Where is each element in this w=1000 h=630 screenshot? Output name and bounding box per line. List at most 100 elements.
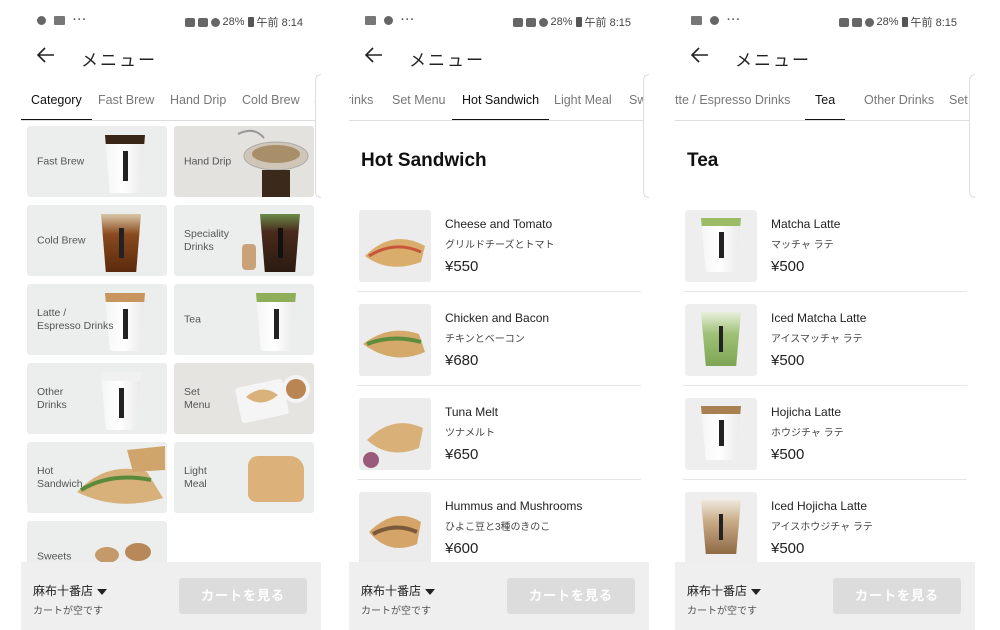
product-item[interactable]: Cheese and Tomato グリルドチーズとトマト ¥550 [357,198,641,292]
category-tabs: Category Fast Brew Hand Drip Cold Brew S [21,78,321,121]
category-label: Hand Drip [184,155,232,167]
dropdown-caret-icon [751,588,762,595]
battery-icon [575,17,582,27]
tab-cold-brew[interactable]: Cold Brew [242,78,300,120]
tab-tea[interactable]: Tea [804,78,846,120]
tab-drinks-partial[interactable]: rinks [349,78,373,120]
product-name: Cheese and Tomato [445,217,553,231]
category-card-cold-brew[interactable]: Cold Brew [27,205,167,276]
product-name-jp: ひよこ豆と3種のきのこ [445,522,551,533]
product-name-jp: ホウジチャ ラテ [771,428,844,439]
category-label: Hot Sandwich [37,464,83,490]
clock: 午前 8:15 [910,17,957,29]
tab-light-meal[interactable]: Light Meal [554,78,612,120]
tab-hand-drip[interactable]: Hand Drip [170,78,226,120]
scone-image [234,442,314,513]
category-card-hot-sandwich[interactable]: Hot Sandwich [27,442,167,513]
more-notifications-icon: ··· [727,14,741,26]
screen-category: ··· 28% 午前 8:14 メニュー Category Fast Brew … [21,0,321,630]
app-header: メニュー [21,42,321,72]
view-cart-button[interactable]: カートを見る [179,578,307,614]
mute-icon [197,17,208,27]
tab-fast-brew[interactable]: Fast Brew [98,78,154,120]
product-name-jp: チキンとベーコン [445,334,525,345]
category-card-fast-brew[interactable]: Fast Brew [27,126,167,197]
tab-latte-espresso-partial[interactable]: tte / Espresso Drinks [675,78,790,120]
chicken-bacon-sandwich-image [359,304,431,376]
clock: 午前 8:14 [256,17,303,29]
back-arrow-icon[interactable] [363,44,385,66]
battery-percent: 28% [550,16,573,28]
product-item[interactable]: Tuna Melt ツナメルト ¥650 [357,386,641,480]
product-item[interactable]: Hummus and Mushrooms ひよこ豆と3種のきのこ ¥600 [357,480,641,574]
hummus-mushroom-sandwich-image [359,492,431,564]
more-notifications-icon: ··· [73,14,87,26]
cart-status: カートが空です [361,606,431,617]
back-arrow-icon[interactable] [689,44,711,66]
product-name: Tuna Melt [445,405,498,419]
set-menu-image [234,363,314,434]
product-name: Iced Matcha Latte [771,311,867,325]
store-selector[interactable]: 麻布十番店 [33,582,108,599]
store-selector[interactable]: 麻布十番店 [687,582,762,599]
tab-set-menu[interactable]: Set Menu [392,78,446,120]
product-item[interactable]: Matcha Latte マッチャ ラテ ¥500 [683,198,967,292]
product-item[interactable]: Chicken and Bacon チキンとベーコン ¥680 [357,292,641,386]
category-label: Cold Brew [37,234,86,246]
app-header: メニュー [675,42,975,72]
hand-drip-image [234,126,314,197]
cheese-tomato-sandwich-image [359,210,431,282]
notification-icon [384,15,393,25]
mute-icon [525,17,536,27]
category-card-latte-espresso[interactable]: Latte / Espresso Drinks [27,284,167,355]
back-arrow-icon[interactable] [35,44,57,66]
gallery-icon [691,15,702,25]
store-name: 麻布十番店 [361,584,422,598]
tab-category[interactable]: Category [21,78,92,120]
notification-icon [37,15,46,25]
store-name: 麻布十番店 [687,584,748,598]
iced-coffee-image [87,205,167,276]
wifi-icon [210,17,220,27]
view-cart-button[interactable]: カートを見る [507,578,635,614]
category-card-light-meal[interactable]: Light Meal [174,442,314,513]
notification-icon [710,15,719,25]
category-label: Tea [184,313,201,325]
battery-percent: 28% [222,16,245,28]
product-price: ¥500 [771,258,805,275]
store-selector[interactable]: 麻布十番店 [361,582,436,599]
product-price: ¥680 [445,352,479,369]
cart-status: カートが空です [687,606,757,617]
product-item[interactable]: Hojicha Latte ホウジチャ ラテ ¥500 [683,386,967,480]
iced-hojicha-latte-image [685,492,757,564]
tuna-melt-sandwich-image [359,398,431,470]
section-title: Tea [687,150,719,171]
matcha-cup-image [234,284,314,355]
category-card-other-drinks[interactable]: Other Drinks [27,363,167,434]
product-price: ¥500 [771,352,805,369]
product-item[interactable]: Iced Hojicha Latte アイスホウジチャ ラテ ¥500 [683,480,967,574]
battery-percent: 28% [876,16,899,28]
category-card-speciality-drinks[interactable]: Speciality Drinks [174,205,314,276]
category-card-hand-drip[interactable]: Hand Drip [174,126,314,197]
category-card-tea[interactable]: Tea [174,284,314,355]
cart-footer: 麻布十番店 カートが空です カートを見る [349,562,649,630]
product-item[interactable]: Iced Matcha Latte アイスマッチャ ラテ ¥500 [683,292,967,386]
category-card-set-menu[interactable]: Set Menu [174,363,314,434]
dropdown-caret-icon [425,588,436,595]
wifi-icon [538,17,548,27]
cart-footer: 麻布十番店 カートが空です カートを見る [675,562,975,630]
view-cart-button[interactable]: カートを見る [833,578,961,614]
iced-matcha-latte-image [685,304,757,376]
battery-icon [247,17,254,27]
tab-hot-sandwich[interactable]: Hot Sandwich [451,78,550,120]
product-name-jp: グリルドチーズとトマト [445,240,555,251]
next-panel-edge [315,74,321,198]
product-price: ¥600 [445,540,479,557]
store-name: 麻布十番店 [33,584,94,598]
mute-icon [851,17,862,27]
tab-other-drinks[interactable]: Other Drinks [864,78,934,120]
status-bar: ··· 28% 午前 8:14 [21,14,321,32]
category-label: Latte / Espresso Drinks [37,306,114,332]
gallery-icon [365,15,376,25]
